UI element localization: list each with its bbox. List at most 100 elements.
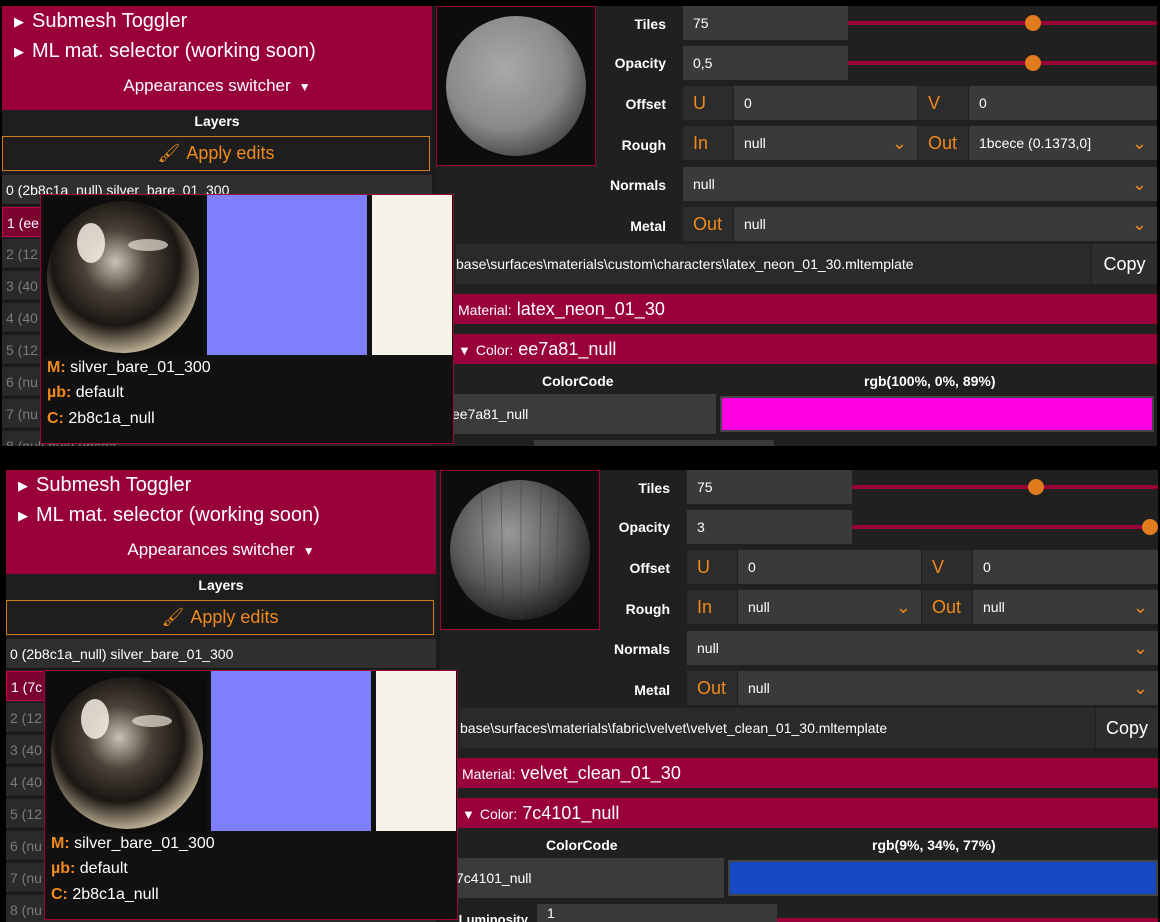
material-tooltip: M: silver_bare_01_300 µb: default C: 2b8… — [44, 670, 458, 920]
ml-selector-label: ML mat. selector (working soon) — [36, 504, 320, 526]
rough-label: Rough — [621, 137, 666, 153]
normals-value: null — [693, 176, 715, 192]
color-value: ee7a81_null — [518, 339, 617, 359]
normal-map-swatch — [211, 671, 371, 831]
tooltip-ub-line: µb: default — [51, 860, 128, 878]
material-label: Material: — [462, 766, 516, 782]
tooltip-material-line: M: silver_bare_01_300 — [47, 359, 211, 377]
roughness-swatch — [372, 195, 452, 355]
rgb-header: rgb(100%, 0%, 89%) — [864, 373, 996, 389]
layers-title: Layers — [198, 577, 244, 593]
rough-in-value: null — [748, 599, 770, 615]
opacity-input[interactable]: 0,5 — [683, 46, 848, 80]
offset-u-input[interactable]: 0 — [738, 550, 921, 584]
appearance-panel-bottom: ▶ Submesh Toggler ▶ ML mat. selector (wo… — [6, 470, 1158, 922]
triangle-right-icon: ▶ — [14, 43, 24, 59]
color-value: 7c4101_null — [522, 803, 620, 823]
metal-out-label: Out — [683, 207, 733, 241]
rough-out-select[interactable]: null ⌄ — [973, 590, 1158, 624]
material-header[interactable]: Material: velvet_clean_01_30 — [450, 758, 1158, 788]
opacity-slider-thumb[interactable] — [1142, 519, 1158, 535]
color-header[interactable]: ▼ Color: 7c4101_null — [450, 798, 1158, 828]
offset-v-input[interactable]: 0 — [969, 86, 1157, 120]
tooltip-m-value: silver_bare_01_300 — [74, 835, 215, 852]
submesh-toggler-label: Submesh Toggler — [32, 10, 188, 32]
normals-select[interactable]: null ⌄ — [683, 167, 1157, 201]
ml-selector[interactable]: ▶ ML mat. selector (working soon) — [18, 504, 320, 527]
tiles-input[interactable]: 75 — [687, 470, 852, 504]
opacity-label: Opacity — [614, 55, 666, 71]
offset-v-input[interactable]: 0 — [973, 550, 1158, 584]
tooltip-ub-line: µb: default — [47, 384, 124, 402]
rubber-sphere-icon — [446, 16, 586, 156]
tiles-slider-thumb[interactable] — [1027, 479, 1044, 495]
tooltip-c-key: C: — [47, 410, 64, 427]
rough-in-label: In — [687, 590, 737, 624]
material-label: Material: — [458, 302, 512, 318]
luminosity-slider[interactable] — [777, 918, 1158, 922]
tiles-input[interactable]: 75 — [683, 6, 848, 40]
chevron-down-icon: ⌄ — [1131, 214, 1147, 234]
copy-button[interactable]: Copy — [1092, 244, 1157, 284]
chevron-down-icon: ⌄ — [1132, 638, 1148, 658]
apply-edits-button[interactable]: 🖌 Apply edits — [6, 600, 434, 635]
rough-in-select[interactable]: null ⌄ — [734, 126, 917, 160]
submesh-toggler[interactable]: ▶ Submesh Toggler — [14, 10, 187, 33]
opacity-slider[interactable] — [848, 61, 1157, 65]
normals-select[interactable]: null ⌄ — [687, 631, 1158, 665]
metal-select[interactable]: null ⌄ — [738, 671, 1158, 705]
offset-u-label: U — [687, 550, 737, 584]
tooltip-material-line: M: silver_bare_01_300 — [51, 835, 215, 853]
color-swatch[interactable] — [720, 396, 1154, 432]
tiles-slider[interactable] — [848, 21, 1157, 25]
material-value: velvet_clean_01_30 — [520, 763, 681, 783]
submesh-toggler[interactable]: ▶ Submesh Toggler — [18, 474, 191, 497]
metal-label: Metal — [630, 218, 666, 234]
template-path-field[interactable]: base\surfaces\materials\custom\character… — [456, 244, 1091, 284]
tiles-slider-thumb[interactable] — [1025, 15, 1042, 31]
opacity-slider-thumb[interactable] — [1025, 55, 1042, 71]
opacity-input[interactable]: 3 — [687, 510, 852, 544]
colorcode-header: ColorCode — [542, 373, 614, 389]
rough-in-select[interactable]: null ⌄ — [738, 590, 921, 624]
material-header[interactable]: Material: latex_neon_01_30 — [446, 294, 1157, 324]
offset-v-label: V — [918, 86, 968, 120]
appearances-switcher[interactable]: Appearances switcher ▼ — [2, 76, 432, 96]
header-block: ▶ Submesh Toggler ▶ ML mat. selector (wo… — [2, 6, 432, 110]
metal-select[interactable]: null ⌄ — [734, 207, 1157, 241]
metal-sphere-preview — [43, 197, 203, 357]
opacity-slider[interactable] — [852, 525, 1158, 529]
tooltip-ub-value: default — [75, 384, 124, 401]
metal-value: null — [744, 216, 766, 232]
normals-value: null — [697, 640, 719, 656]
offset-u-input[interactable]: 0 — [734, 86, 917, 120]
next-field[interactable] — [534, 440, 774, 446]
rough-out-label: Out — [918, 126, 968, 160]
layer-row[interactable]: 0 (2b8c1a_null) silver_bare_01_300 — [6, 639, 436, 669]
offset-label: Offset — [629, 560, 670, 576]
copy-button[interactable]: Copy — [1096, 708, 1158, 748]
material-tooltip: M: silver_bare_01_300 µb: default C: 2b8… — [40, 194, 454, 444]
caret-down-icon: ▼ — [299, 544, 315, 558]
rough-out-select[interactable]: 1bcece (0.1373,0] ⌄ — [969, 126, 1157, 160]
tooltip-m-value: silver_bare_01_300 — [70, 359, 211, 376]
ml-selector[interactable]: ▶ ML mat. selector (working soon) — [14, 40, 316, 63]
material-preview — [440, 470, 600, 630]
apply-edits-label: Apply edits — [186, 143, 275, 163]
roughness-swatch — [376, 671, 456, 831]
material-value: latex_neon_01_30 — [516, 299, 665, 319]
color-header[interactable]: ▼ Color: ee7a81_null — [446, 334, 1157, 364]
metal-sphere-icon — [47, 201, 199, 353]
tiles-slider[interactable] — [852, 485, 1158, 489]
normal-map-swatch — [207, 195, 367, 355]
triangle-right-icon: ▶ — [18, 507, 28, 523]
paint-roller-icon: 🖌 — [161, 607, 185, 627]
apply-edits-button[interactable]: 🖌 Apply edits — [2, 136, 430, 171]
offset-label: Offset — [625, 96, 666, 112]
tooltip-color-line: C: 2b8c1a_null — [51, 886, 159, 904]
triangle-right-icon: ▶ — [14, 13, 24, 29]
luminosity-input[interactable]: 1 — [537, 904, 777, 922]
appearances-switcher[interactable]: Appearances switcher ▼ — [6, 540, 436, 560]
template-path-field[interactable]: base\surfaces\materials\fabric\velvet\ve… — [460, 708, 1095, 748]
color-swatch[interactable] — [728, 860, 1158, 896]
